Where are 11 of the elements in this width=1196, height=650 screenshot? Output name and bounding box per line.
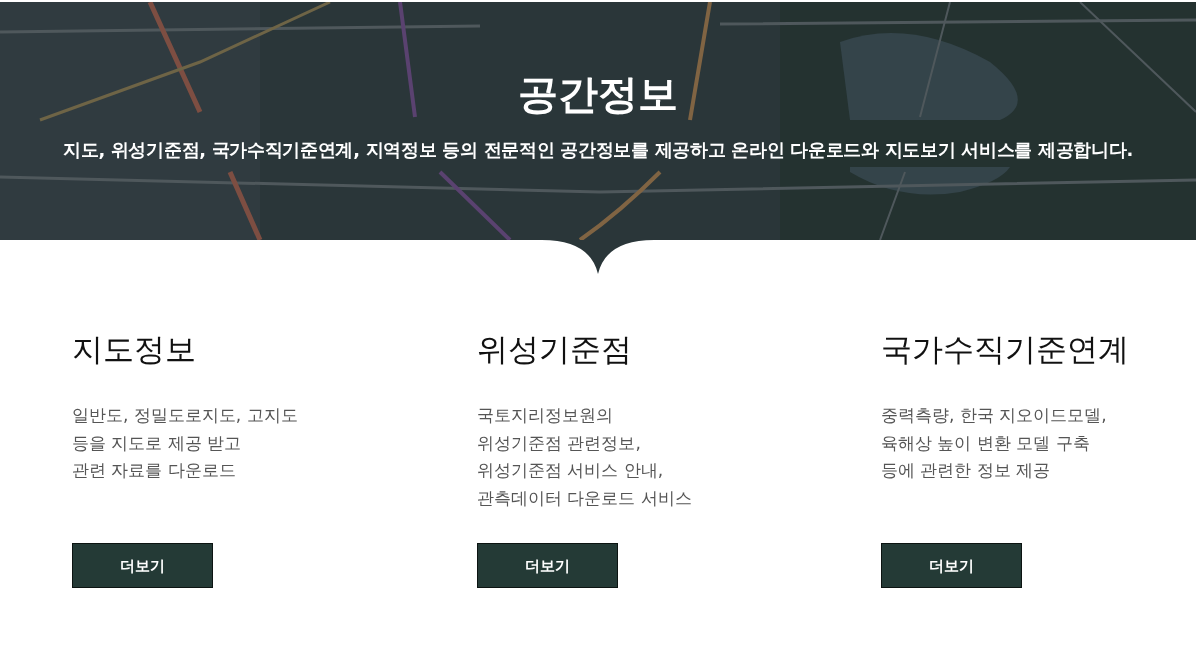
banner-subtitle: 지도, 위성기준점, 국가수직기준연계, 지역정보 등의 전문적인 공간정보를 제공하고 온라인 다운로드와 지도보기 서비스를 제공합니다. (63, 138, 1133, 162)
section-title: 국가수직기준연계 (881, 330, 1130, 369)
section-title: 지도정보 (72, 330, 197, 369)
banner-title: 공간정보 (518, 70, 678, 116)
section-description: 중력측량, 한국 지오이드모델, 육해상 높이 변환 모델 구축 등에 관련한 정보 제공 (881, 404, 1108, 483)
section-title: 위성기준점 (477, 330, 633, 369)
more-button[interactable]: 더보기 (72, 543, 213, 589)
more-button[interactable]: 더보기 (881, 543, 1022, 589)
more-button[interactable]: 더보기 (477, 543, 618, 589)
section-description: 일반도, 정밀도로지도, 고지도 등을 지도로 제공 받고 관련 자료를 다운로드 (72, 404, 299, 483)
section-description: 국토지리정보원의 위성기준점 관련정보, 위성기준점 서비스 안내, 관측데이터 다운로드 서비스 (477, 404, 693, 510)
